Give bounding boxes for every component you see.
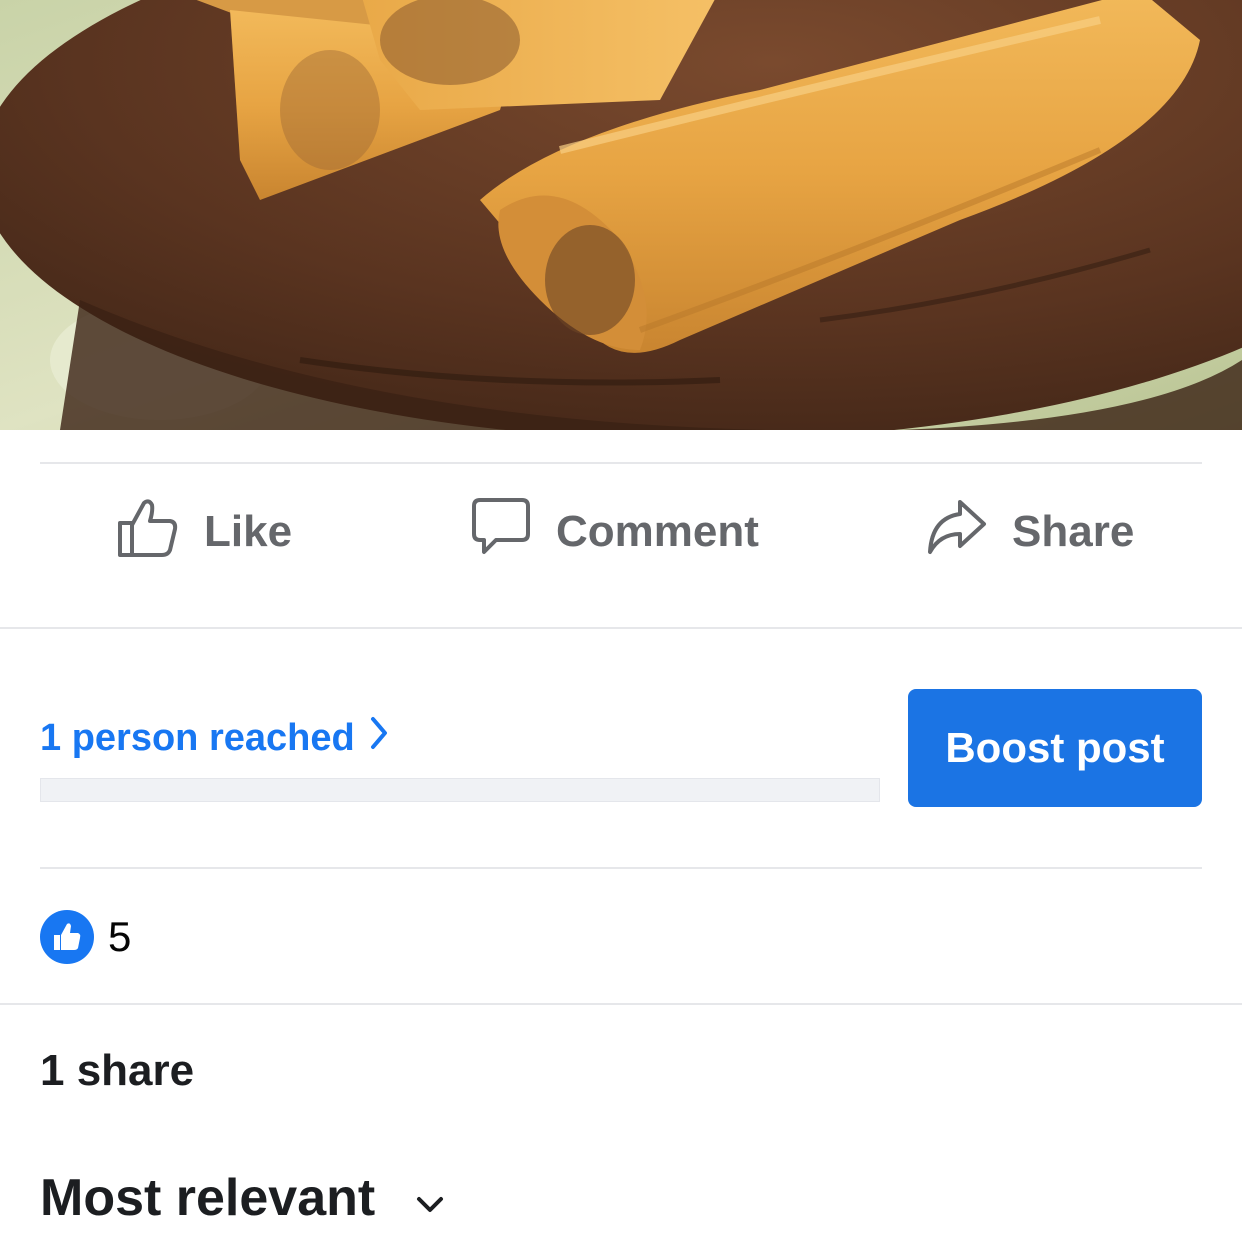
like-button[interactable]: Like bbox=[116, 498, 292, 566]
comment-bubble-icon bbox=[470, 496, 556, 569]
reach-link[interactable]: 1 person reached bbox=[40, 716, 389, 760]
comment-label: Comment bbox=[556, 507, 759, 556]
comments-sort-dropdown[interactable]: Most relevant bbox=[40, 1168, 445, 1228]
reactions-summary[interactable]: 5 bbox=[40, 910, 131, 964]
reach-text: 1 person reached bbox=[40, 716, 355, 759]
insights-divider bbox=[40, 867, 1202, 869]
share-label: Share bbox=[1012, 507, 1135, 556]
post-photo[interactable] bbox=[0, 0, 1242, 430]
chevron-down-icon bbox=[375, 1168, 445, 1228]
sort-label: Most relevant bbox=[40, 1169, 376, 1227]
like-label: Like bbox=[204, 507, 293, 556]
reaction-count: 5 bbox=[108, 913, 132, 960]
actions-divider bbox=[0, 627, 1242, 629]
comment-button[interactable]: Comment bbox=[470, 496, 759, 569]
boost-post-button[interactable]: Boost post bbox=[908, 689, 1202, 807]
like-reaction-icon bbox=[40, 910, 94, 964]
thumbs-up-icon bbox=[116, 495, 204, 570]
shares-count[interactable]: 1 share bbox=[40, 1046, 194, 1096]
share-arrow-icon bbox=[926, 496, 1012, 569]
reactions-divider bbox=[0, 1003, 1242, 1005]
post-action-bar: Like Comment Share bbox=[0, 464, 1242, 628]
post-photo-illustration bbox=[0, 0, 1242, 430]
reach-progress-bar bbox=[40, 778, 880, 802]
chevron-right-icon bbox=[369, 716, 389, 760]
share-button[interactable]: Share bbox=[926, 498, 1134, 566]
